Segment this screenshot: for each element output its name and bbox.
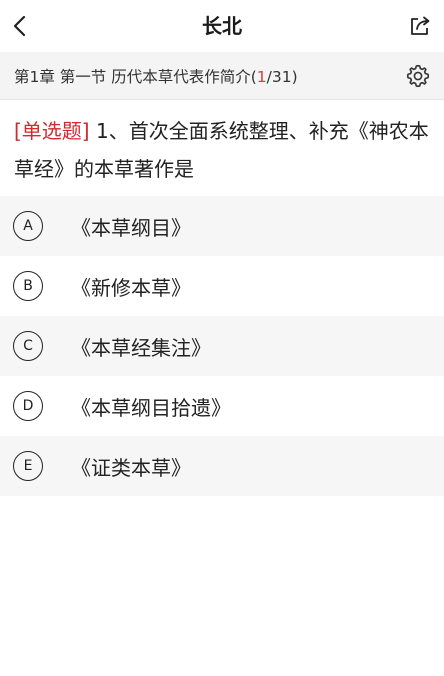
option-b[interactable]: B 《新修本草》 (0, 256, 444, 316)
question-text: [单选题] 1、首次全面系统整理、补充《神农本草经》的本草著作是 (0, 100, 444, 196)
share-button[interactable] (400, 10, 432, 42)
option-letter-e: E (13, 451, 43, 481)
option-text-c: 《本草经集注》 (71, 335, 211, 360)
option-d[interactable]: D 《本草纲目拾遗》 (0, 376, 444, 436)
option-text-e: 《证类本草》 (71, 455, 191, 480)
option-e[interactable]: E 《证类本草》 (0, 436, 444, 496)
share-icon (411, 16, 430, 35)
quiz-screen: 长北 第1章 第一节 历代本草代表作简介(1/31) [单选题] 1、首次全面系… (0, 0, 444, 676)
option-text-d: 《本草纲目拾遗》 (71, 395, 231, 420)
option-a[interactable]: A 《本草纲目》 (0, 196, 444, 256)
gear-icon (406, 64, 430, 87)
chevron-left-icon (13, 15, 26, 37)
option-list: A 《本草纲目》 B 《新修本草》 C 《本草经集注》 D 《本草纲目拾遗》 E… (0, 196, 444, 496)
option-letter-b: B (13, 271, 43, 301)
option-text-b: 《新修本草》 (71, 275, 191, 300)
option-text-a: 《本草纲目》 (71, 215, 191, 240)
settings-button[interactable] (404, 62, 432, 90)
option-c[interactable]: C 《本草经集注》 (0, 316, 444, 376)
option-letter-a: A (13, 211, 43, 241)
progress-current: 1 (256, 67, 267, 86)
top-nav-bar: 长北 (0, 0, 444, 52)
chapter-label: 第1章 第一节 历代本草代表作简介 (14, 67, 251, 86)
option-letter-c: C (13, 331, 43, 361)
page-title: 长北 (202, 14, 242, 38)
chapter-bar: 第1章 第一节 历代本草代表作简介(1/31) (0, 52, 444, 100)
progress-total: /31) (266, 67, 298, 86)
chapter-title: 第1章 第一节 历代本草代表作简介(1/31) (14, 65, 298, 87)
option-letter-d: D (13, 391, 43, 421)
question-type-label: [单选题] (14, 119, 90, 143)
back-button[interactable] (10, 10, 42, 42)
